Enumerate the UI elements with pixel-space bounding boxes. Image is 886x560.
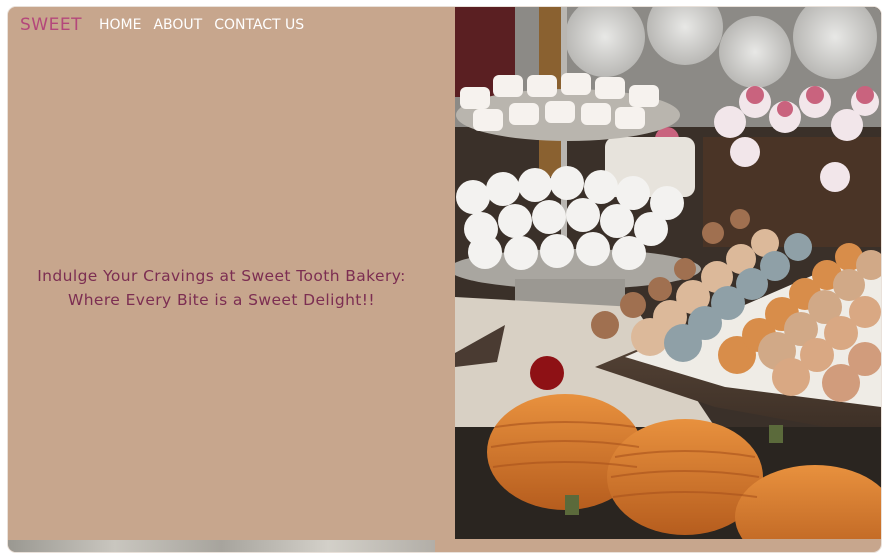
nav-link-contact-us[interactable]: CONTACT US xyxy=(214,17,304,33)
tagline-line-1: Indulge Your Cravings at Sweet Tooth Bak… xyxy=(37,267,406,285)
top-navigation: SWEET HOME ABOUT CONTACT US xyxy=(20,15,316,35)
tagline-line-2: Where Every Bite is a Sweet Delight!! xyxy=(67,291,375,309)
hero-tagline: Indulge Your Cravings at Sweet Tooth Bak… xyxy=(8,264,435,312)
page-frame: SWEET HOME ABOUT CONTACT US Indulge Your… xyxy=(8,7,881,552)
brand-logo[interactable]: SWEET xyxy=(20,15,82,35)
nav-link-home[interactable]: HOME xyxy=(99,17,141,33)
next-section-image-edge xyxy=(8,540,435,552)
dessert-table-photo xyxy=(455,7,881,539)
hero-text-panel: SWEET HOME ABOUT CONTACT US Indulge Your… xyxy=(8,7,455,552)
nav-link-about[interactable]: ABOUT xyxy=(153,17,202,33)
